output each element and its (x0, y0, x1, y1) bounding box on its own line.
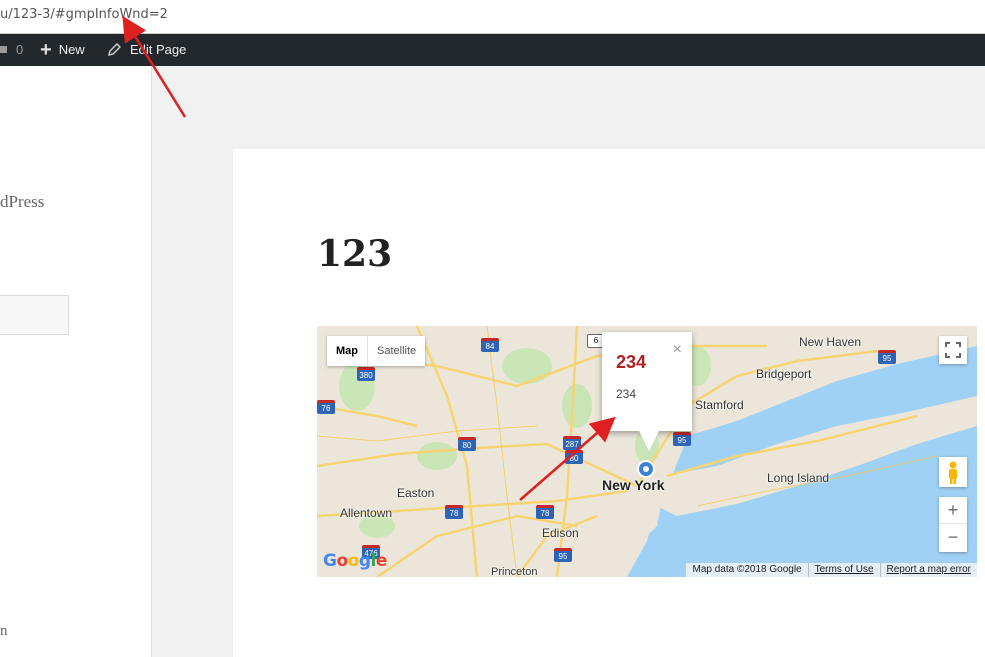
info-window-title: 234 (616, 352, 647, 372)
street-view-pegman[interactable] (939, 457, 967, 487)
comments-menu[interactable]: 0 (0, 34, 23, 66)
edit-page-link[interactable]: Edit Page (107, 34, 186, 66)
highway-shield-380: 380 (357, 367, 375, 381)
highway-shield-76: 76 (317, 400, 335, 414)
pencil-icon (107, 43, 121, 57)
sidebar-blog-fragment: dPress (0, 192, 45, 211)
place-label-stamford: Stamford (695, 398, 744, 412)
place-label-new-haven: New Haven (799, 335, 862, 349)
map-attribution: Map data ©2018 Google Terms of Use Repor… (686, 563, 977, 577)
page-title: 123 (317, 233, 393, 275)
place-label-new-york: New York (602, 477, 665, 493)
browser-address-bar[interactable]: u/123-3/#gmpInfoWnd=2 (0, 0, 985, 34)
place-label-easton: Easton (397, 486, 435, 500)
highway-shield-80: 80 (458, 437, 476, 451)
highway-shield-80-b: 80 (565, 450, 583, 464)
comments-count: 0 (16, 42, 24, 57)
place-label-princeton: Princeton (491, 566, 538, 577)
place-label-long-island: Long Island (767, 471, 830, 485)
highway-shield-84: 84 (481, 338, 499, 352)
terms-of-use-link[interactable]: Terms of Use (807, 563, 880, 577)
map-type-satellite-button[interactable]: Satellite (367, 336, 425, 366)
highway-shield-78-b: 78 (536, 505, 554, 519)
info-window-close-button[interactable]: × (673, 341, 682, 359)
place-label-edison: Edison (542, 526, 579, 540)
theme-sidebar: dPress n (0, 66, 152, 657)
map-data-credit: Map data ©2018 Google (692, 564, 802, 575)
highway-shield-95-c: 95 (554, 548, 572, 562)
map-type-control: Map Satellite (327, 336, 426, 366)
zoom-out-button[interactable]: − (939, 524, 967, 551)
comment-icon (0, 46, 7, 53)
sidebar-search-input[interactable] (0, 295, 69, 335)
highway-shield-78: 78 (445, 505, 463, 519)
highway-shield-95: 95 (878, 350, 896, 364)
edit-page-label: Edit Page (130, 42, 187, 57)
highway-shield-95-b: 95 (673, 432, 691, 446)
place-label-allentown: Allentown (340, 506, 393, 520)
sidebar-bottom-fragment: n (0, 623, 8, 639)
info-window-body: 234 (616, 387, 637, 401)
zoom-control: + − (939, 497, 967, 552)
fullscreen-button[interactable] (939, 336, 967, 364)
plus-icon: + (40, 39, 52, 61)
map-marker-icon[interactable] (636, 459, 656, 479)
highway-shield-287: 287 (563, 436, 581, 450)
place-label-bridgeport: Bridgeport (756, 367, 812, 381)
pegman-icon (949, 461, 957, 484)
report-map-error-link[interactable]: Report a map error (879, 563, 977, 577)
fullscreen-icon (945, 342, 961, 358)
google-map[interactable]: New Haven Bridgeport Stamford Long Islan… (317, 326, 977, 577)
map-info-window: 234 234 × (602, 332, 692, 451)
zoom-in-button[interactable]: + (939, 497, 967, 524)
map-type-map-button[interactable]: Map (327, 336, 367, 366)
url-text[interactable]: u/123-3/#gmpInfoWnd=2 (0, 7, 168, 22)
wp-admin-bar: 0 + New Edit Page (0, 34, 985, 66)
google-logo: Google (323, 551, 387, 571)
new-label: New (58, 42, 85, 57)
new-content-menu[interactable]: + New (40, 34, 85, 66)
